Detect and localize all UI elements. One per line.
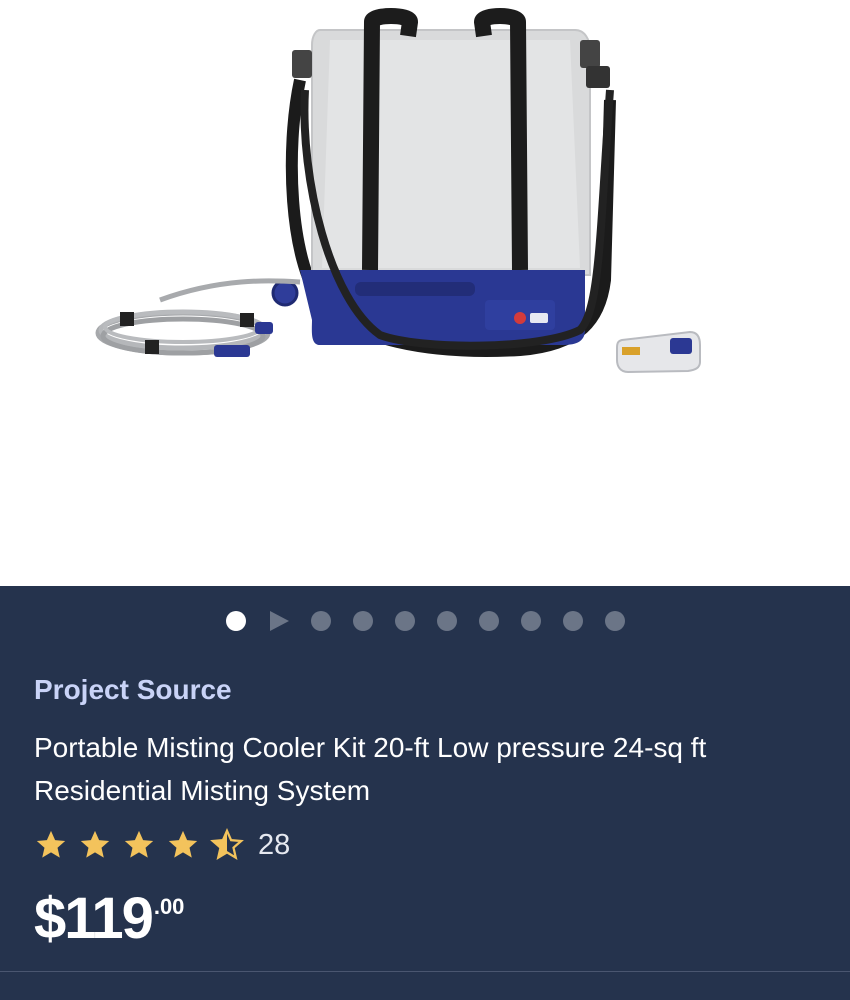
carousel-dot-7[interactable] xyxy=(478,611,499,631)
price-cents: .00 xyxy=(153,894,185,919)
star-full-icon xyxy=(80,830,110,858)
rating-row[interactable]: 28 xyxy=(34,828,290,862)
carousel-dot-6[interactable] xyxy=(436,611,457,631)
product-info-panel: Project Source Portable Misting Cooler K… xyxy=(0,586,850,1000)
product-title: Portable Misting Cooler Kit 20-ft Low pr… xyxy=(34,732,707,806)
carousel-dot-10[interactable] xyxy=(604,611,625,631)
carousel-dot-9[interactable] xyxy=(562,611,583,631)
carousel-dot-5[interactable] xyxy=(394,611,415,631)
divider xyxy=(0,971,850,972)
star-half-icon xyxy=(210,828,244,860)
star-full-icon xyxy=(124,830,154,858)
price: $119 .00 xyxy=(34,886,184,952)
brand-link[interactable]: Project Source xyxy=(34,674,232,706)
review-count[interactable]: 28 xyxy=(258,829,290,862)
product-image-area[interactable] xyxy=(0,0,850,586)
price-dollars: $119 xyxy=(34,886,154,951)
carousel-dot-8[interactable] xyxy=(520,611,541,631)
star-full-icon xyxy=(168,830,198,858)
product-image[interactable] xyxy=(0,0,850,586)
video-play-icon[interactable] xyxy=(269,611,289,631)
carousel-dot-1[interactable] xyxy=(225,611,246,631)
image-carousel-dots[interactable] xyxy=(0,610,850,632)
star-full-icon xyxy=(36,830,66,858)
carousel-dot-3[interactable] xyxy=(310,611,331,631)
carousel-dot-4[interactable] xyxy=(352,611,373,631)
